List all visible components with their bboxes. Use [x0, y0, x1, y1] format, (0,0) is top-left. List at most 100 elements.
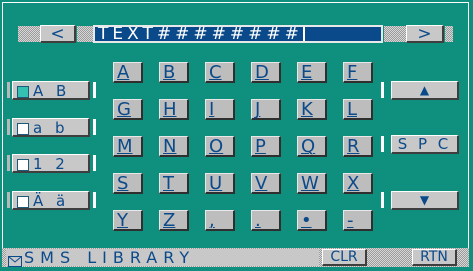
- char-key[interactable]: E: [297, 62, 327, 83]
- char-key-label: T: [163, 173, 174, 194]
- prev-icon: <: [50, 23, 65, 44]
- clear-button[interactable]: CLR: [322, 249, 367, 266]
- text-entry-field[interactable]: TEXT########: [93, 25, 383, 43]
- space-label: S P C: [397, 135, 452, 153]
- char-key[interactable]: F: [343, 62, 373, 83]
- mode-accent-label: Ä ä: [33, 192, 70, 210]
- mode-marker: [93, 192, 96, 208]
- char-key[interactable]: -: [343, 210, 373, 231]
- char-key-label: S: [117, 173, 129, 194]
- char-key[interactable]: C: [205, 62, 235, 83]
- prev-button[interactable]: <: [40, 25, 76, 43]
- char-key[interactable]: L: [343, 99, 373, 120]
- char-key[interactable]: .: [251, 210, 281, 231]
- mode-marker: [7, 82, 10, 98]
- char-key-label: V: [255, 173, 268, 194]
- char-key-label: K: [301, 99, 313, 120]
- char-key[interactable]: R: [343, 136, 373, 157]
- char-key-label: .: [255, 210, 261, 231]
- char-key[interactable]: P: [251, 136, 281, 157]
- char-key-label: D: [255, 62, 269, 83]
- space-button[interactable]: S P C: [391, 135, 459, 154]
- mode-accent-button[interactable]: Ä ä: [12, 191, 90, 210]
- text-cursor: [302, 27, 305, 41]
- mode-upper-label: A B: [33, 82, 71, 100]
- char-key[interactable]: B: [159, 62, 189, 83]
- return-button[interactable]: RTN: [412, 249, 457, 266]
- char-key-label: N: [163, 136, 177, 157]
- status-title-panel: SMS LIBRARY: [6, 248, 319, 267]
- header-decor-right: [384, 26, 406, 42]
- mode-upper-button[interactable]: A B: [12, 81, 90, 100]
- clear-label: CLR: [330, 249, 358, 265]
- down-arrow-icon: ▼: [419, 193, 430, 207]
- char-key-label: R: [347, 136, 360, 157]
- char-key-label: C: [209, 62, 222, 83]
- mode-lower-button[interactable]: a b: [12, 118, 90, 137]
- envelope-icon: [8, 252, 22, 267]
- char-key[interactable]: K: [297, 99, 327, 120]
- char-key-label: Q: [301, 136, 316, 157]
- char-key[interactable]: Y: [113, 210, 143, 231]
- char-key-label: B: [163, 62, 176, 83]
- char-key-label: M: [117, 136, 133, 157]
- char-key-label: W: [301, 173, 319, 194]
- char-key-label: ,: [209, 210, 215, 231]
- char-key[interactable]: H: [159, 99, 189, 120]
- char-key-label: J: [255, 99, 261, 120]
- char-key[interactable]: A: [113, 62, 143, 83]
- char-key[interactable]: W: [297, 173, 327, 194]
- char-key[interactable]: M: [113, 136, 143, 157]
- mode-numeric-label: 1 2: [33, 155, 69, 173]
- header-decor-end: [445, 26, 453, 42]
- char-key-label: G: [117, 99, 131, 120]
- mode-marker: [7, 155, 10, 171]
- mode-marker: [93, 82, 96, 98]
- char-key[interactable]: Z: [159, 210, 189, 231]
- char-key-label: O: [209, 136, 224, 157]
- mode-numeric-button[interactable]: 1 2: [12, 154, 90, 173]
- char-key[interactable]: •: [297, 210, 327, 231]
- header-decor-left: [18, 26, 40, 42]
- mode-accent-checkbox: [17, 196, 29, 208]
- char-key-label: -: [347, 210, 354, 231]
- mode-marker: [7, 192, 10, 208]
- char-key[interactable]: U: [205, 173, 235, 194]
- char-key[interactable]: ,: [205, 210, 235, 231]
- char-key-label: P: [255, 136, 266, 157]
- header-decor-mid: [77, 26, 93, 42]
- char-key-label: L: [347, 99, 358, 120]
- char-key[interactable]: J: [251, 99, 281, 120]
- next-button[interactable]: >: [406, 25, 444, 43]
- char-key[interactable]: T: [159, 173, 189, 194]
- char-key[interactable]: I: [205, 99, 235, 120]
- char-key[interactable]: G: [113, 99, 143, 120]
- char-key[interactable]: O: [205, 136, 235, 157]
- text-entry-value: TEXT########: [98, 25, 303, 43]
- return-label: RTN: [420, 249, 448, 265]
- mode-lower-label: a b: [33, 119, 69, 137]
- cursor-up-button[interactable]: ▲: [391, 81, 459, 100]
- char-key[interactable]: D: [251, 62, 281, 83]
- char-key-label: Z: [163, 210, 176, 231]
- mode-lower-checkbox: [17, 123, 29, 135]
- cursor-down-button[interactable]: ▼: [391, 191, 459, 210]
- mode-marker: [93, 155, 96, 171]
- char-key-label: E: [301, 62, 313, 83]
- mode-marker: [93, 119, 96, 135]
- char-key-label: U: [209, 173, 223, 194]
- char-key-label: H: [163, 99, 177, 120]
- nav-marker: [381, 82, 384, 98]
- up-arrow-icon: ▲: [419, 83, 430, 97]
- char-key-label: X: [347, 173, 360, 194]
- nav-marker: [381, 192, 384, 208]
- char-key[interactable]: Q: [297, 136, 327, 157]
- char-key-label: F: [347, 62, 358, 83]
- sms-library-screen: < TEXT######## > A B a b 1 2 Ä ä A B C D…: [0, 0, 473, 271]
- char-key-label: Y: [117, 210, 128, 231]
- char-key[interactable]: V: [251, 173, 281, 194]
- char-key[interactable]: S: [113, 173, 143, 194]
- char-key[interactable]: X: [343, 173, 373, 194]
- mode-numeric-checkbox: [17, 159, 29, 171]
- char-key[interactable]: N: [159, 136, 189, 157]
